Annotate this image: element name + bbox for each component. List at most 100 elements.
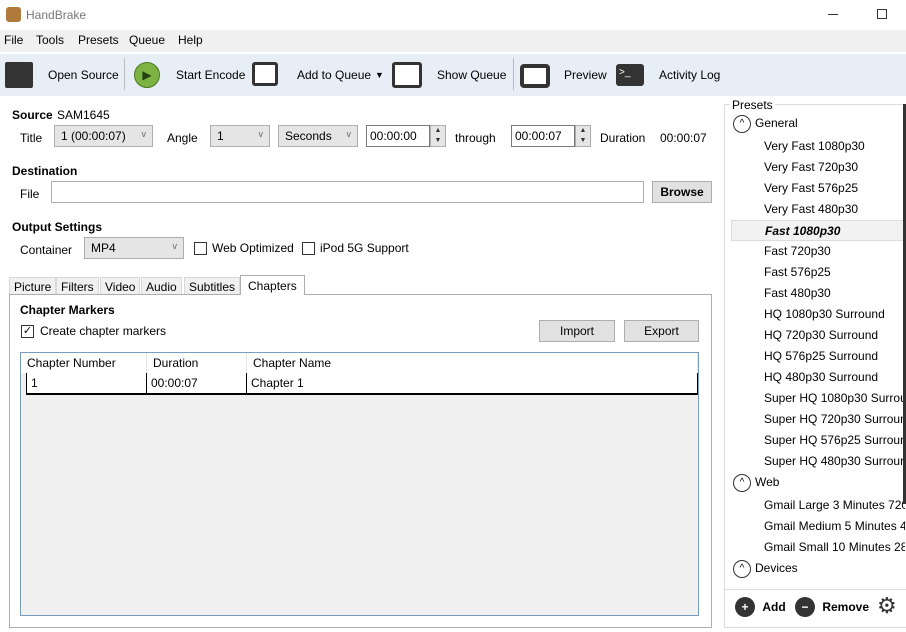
end-time-input[interactable]: 00:00:07 [511, 125, 575, 147]
remove-preset-button[interactable]: − Remove [795, 597, 869, 617]
clapperboard-icon [5, 62, 33, 88]
handbrake-logo-icon [6, 7, 21, 22]
web-optimized-checkbox[interactable] [194, 242, 207, 255]
minimize-icon[interactable] [828, 14, 838, 15]
create-chapter-markers-label: Create chapter markers [40, 324, 167, 338]
preset-item[interactable]: Very Fast 480p30 [764, 202, 905, 216]
title-label: Title [20, 131, 43, 145]
preset-item[interactable]: Super HQ 480p30 Surround [764, 454, 905, 468]
preset-item[interactable]: HQ 1080p30 Surround [764, 307, 905, 321]
ipod-support-checkbox[interactable] [302, 242, 315, 255]
container-value: MP4 [91, 241, 116, 255]
gear-icon[interactable]: ⚙ [877, 593, 897, 619]
end-time-stepper[interactable]: ▲ ▼ [575, 125, 591, 147]
chevron-down-icon: v [172, 241, 178, 251]
tab-chapters[interactable]: Chapters [240, 275, 305, 295]
preset-item[interactable]: Super HQ 1080p30 Surround [764, 391, 905, 405]
group-name: General [755, 116, 798, 131]
source-name: SAM1645 [57, 108, 110, 122]
range-mode-select[interactable]: Seconds v [278, 125, 358, 147]
through-label: through [455, 131, 496, 145]
preset-item[interactable]: Fast 480p30 [764, 286, 905, 300]
chapter-markers-heading: Chapter Markers [20, 303, 115, 317]
preset-item[interactable]: Gmail Large 3 Minutes 720p30 [764, 498, 905, 512]
menu-file[interactable]: File [4, 33, 23, 47]
tab-filters[interactable]: Filters [56, 277, 99, 295]
preset-item[interactable]: Very Fast 576p25 [764, 181, 905, 195]
menu-help[interactable]: Help [178, 33, 203, 47]
dropdown-arrow-icon[interactable]: ▼ [375, 70, 384, 80]
preset-item[interactable]: Very Fast 720p30 [764, 160, 905, 174]
presets-label: Presets [730, 98, 775, 112]
preset-item[interactable]: Fast 1080p30 [731, 220, 905, 241]
preset-group-devices[interactable]: ^ Devices [733, 560, 798, 578]
activity-log-label: Activity Log [659, 68, 721, 82]
menu-presets[interactable]: Presets [78, 33, 119, 47]
tab-audio[interactable]: Audio [141, 277, 182, 295]
cell-chapter-name[interactable]: Chapter 1 [247, 373, 698, 395]
presets-panel: ^ General Very Fast 1080p30 Very Fast 720p… [724, 104, 906, 628]
group-name: Devices [755, 561, 798, 576]
destination-label: Destination [12, 164, 78, 178]
group-name: Web [755, 475, 780, 490]
tab-video[interactable]: Video [100, 277, 141, 295]
collapse-icon[interactable]: ^ [733, 560, 751, 578]
preset-item[interactable]: Very Fast 1080p30 [764, 139, 905, 153]
play-icon: ▶ [134, 62, 160, 88]
import-button[interactable]: Import [539, 320, 615, 342]
preset-item[interactable]: HQ 480p30 Surround [764, 370, 905, 384]
add-label: Add [762, 600, 786, 614]
title-bar: HandBrake [0, 0, 906, 30]
start-time-stepper[interactable]: ▲ ▼ [430, 125, 446, 147]
maximize-icon[interactable] [877, 9, 887, 19]
file-label: File [20, 187, 40, 201]
collapse-icon[interactable]: ^ [733, 474, 751, 492]
collapse-icon[interactable]: ^ [733, 115, 751, 133]
container-select[interactable]: MP4 v [84, 237, 184, 259]
chapters-table: Chapter Number Duration Chapter Name 1 0… [20, 352, 699, 616]
preset-item[interactable]: Gmail Small 10 Minutes 288p30 [764, 540, 905, 554]
preset-item[interactable]: Fast 576p25 [764, 265, 905, 279]
range-mode-value: Seconds [285, 129, 332, 143]
preset-item[interactable]: Super HQ 576p25 Surround [764, 433, 905, 447]
preset-group-general[interactable]: ^ General [733, 115, 798, 133]
show-queue-label: Show Queue [437, 68, 507, 82]
preset-group-web[interactable]: ^ Web [733, 474, 779, 492]
start-time-input[interactable]: 00:00:00 [366, 125, 430, 147]
chevron-down-icon: v [141, 129, 147, 139]
preset-item[interactable]: HQ 720p30 Surround [764, 328, 905, 342]
show-queue-icon [392, 62, 422, 88]
separator [513, 58, 514, 90]
export-button[interactable]: Export [624, 320, 699, 342]
column-header-duration[interactable]: Duration [147, 353, 247, 373]
tab-subtitles[interactable]: Subtitles [184, 277, 241, 295]
add-to-queue-label: Add to Queue [297, 68, 372, 82]
angle-select[interactable]: 1v [210, 125, 270, 147]
create-chapter-markers-checkbox[interactable]: ✓ [21, 325, 34, 338]
container-label: Container [20, 243, 73, 257]
preset-item[interactable]: HQ 576p25 Surround [764, 349, 905, 363]
title-select[interactable]: 1 (00:00:07) v [54, 125, 153, 147]
preset-item[interactable]: Fast 720p30 [764, 244, 905, 258]
menu-queue[interactable]: Queue [129, 33, 165, 47]
menu-bar: File Tools Presets Queue Help [0, 30, 906, 52]
title-value: 1 (00:00:07) [61, 129, 126, 143]
source-label: Source [12, 108, 53, 122]
column-header-chapter-number[interactable]: Chapter Number [21, 353, 147, 373]
minus-icon: − [795, 597, 815, 617]
cell-chapter-number: 1 [26, 373, 147, 395]
tab-picture[interactable]: Picture [9, 277, 57, 295]
start-encode-label: Start Encode [176, 68, 246, 82]
duration-label: Duration [600, 131, 646, 145]
chevron-down-icon: v [258, 129, 264, 139]
cell-duration: 00:00:07 [147, 373, 247, 395]
window-title: HandBrake [26, 8, 87, 22]
browse-button[interactable]: Browse [652, 181, 712, 203]
preview-label: Preview [564, 68, 607, 82]
file-input[interactable] [51, 181, 644, 203]
menu-tools[interactable]: Tools [36, 33, 64, 47]
preset-item[interactable]: Super HQ 720p30 Surround [764, 412, 905, 426]
preset-item[interactable]: Gmail Medium 5 Minutes 480p30 [764, 519, 905, 533]
add-preset-button[interactable]: + Add [735, 597, 786, 617]
column-header-chapter-name[interactable]: Chapter Name [247, 353, 698, 373]
